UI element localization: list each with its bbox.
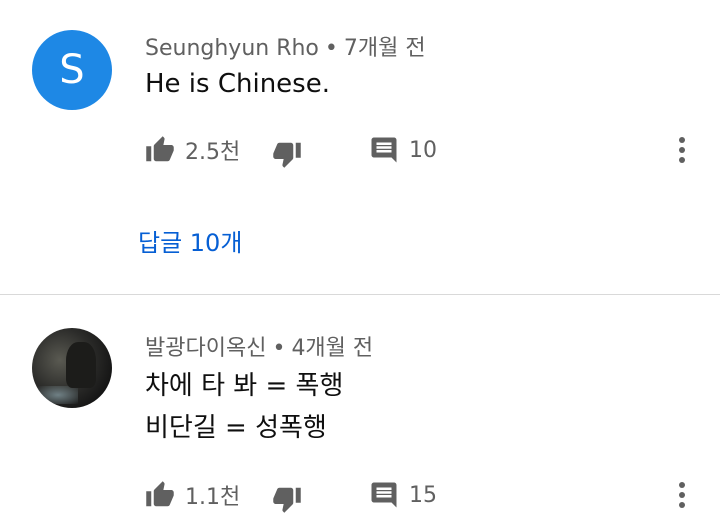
more-options-button[interactable] — [667, 134, 697, 166]
avatar-letter: S — [59, 47, 85, 93]
comment-icon — [369, 480, 399, 510]
author-name[interactable]: Seunghyun Rho — [145, 36, 319, 61]
comment-2: 발광다이옥신 • 4개월 전 차에 타 봐 = 폭행 비단길 = 성폭행 1.1천 … — [0, 295, 720, 531]
reply-count: 15 — [409, 482, 437, 508]
comment-text: He is Chinese. — [145, 63, 330, 105]
thumb-down-icon — [272, 484, 302, 514]
timestamp[interactable]: 4개월 전 — [291, 336, 373, 361]
avatar-photo-glow — [38, 386, 78, 404]
author-name[interactable]: 발광다이옥신 — [145, 336, 266, 361]
thumb-up-icon — [145, 480, 175, 510]
meta-separator: • — [324, 36, 338, 61]
timestamp[interactable]: 7개월 전 — [344, 36, 426, 61]
comment-line: 비단길 = 성폭행 — [145, 413, 327, 443]
comment-actions: 1.1천 15 — [145, 477, 705, 513]
comment-icon — [369, 135, 399, 165]
dislike-button[interactable] — [272, 481, 302, 517]
like-count: 1.1천 — [185, 485, 241, 510]
reply-button[interactable]: 10 — [369, 132, 437, 168]
comment-1: S Seunghyun Rho • 7개월 전 He is Chinese. 2.5… — [0, 0, 720, 294]
comment-line: He is Chinese. — [145, 69, 330, 99]
like-button[interactable]: 1.1천 — [145, 477, 240, 513]
thumb-down-icon — [272, 139, 302, 169]
like-button[interactable]: 2.5천 — [145, 132, 240, 168]
avatar-photo-figure — [66, 342, 96, 388]
view-replies-link[interactable]: 답글 10개 — [138, 223, 242, 258]
comment-meta: Seunghyun Rho • 7개월 전 — [145, 30, 426, 62]
more-options-button[interactable] — [667, 479, 697, 511]
meta-separator: • — [272, 336, 286, 361]
reply-count: 10 — [409, 137, 437, 163]
dislike-button[interactable] — [272, 136, 302, 172]
avatar[interactable]: S — [32, 30, 112, 110]
more-vert-icon — [678, 481, 686, 509]
like-count: 2.5천 — [185, 140, 241, 165]
comment-meta: 발광다이옥신 • 4개월 전 — [145, 330, 373, 362]
comment-text: 차에 타 봐 = 폭행 비단길 = 성폭행 — [145, 365, 343, 449]
reply-button[interactable]: 15 — [369, 477, 437, 513]
avatar[interactable] — [32, 328, 112, 408]
comment-line: 차에 타 봐 = 폭행 — [145, 371, 344, 401]
comment-actions: 2.5천 10 — [145, 132, 705, 168]
more-vert-icon — [678, 136, 686, 164]
thumb-up-icon — [145, 135, 175, 165]
